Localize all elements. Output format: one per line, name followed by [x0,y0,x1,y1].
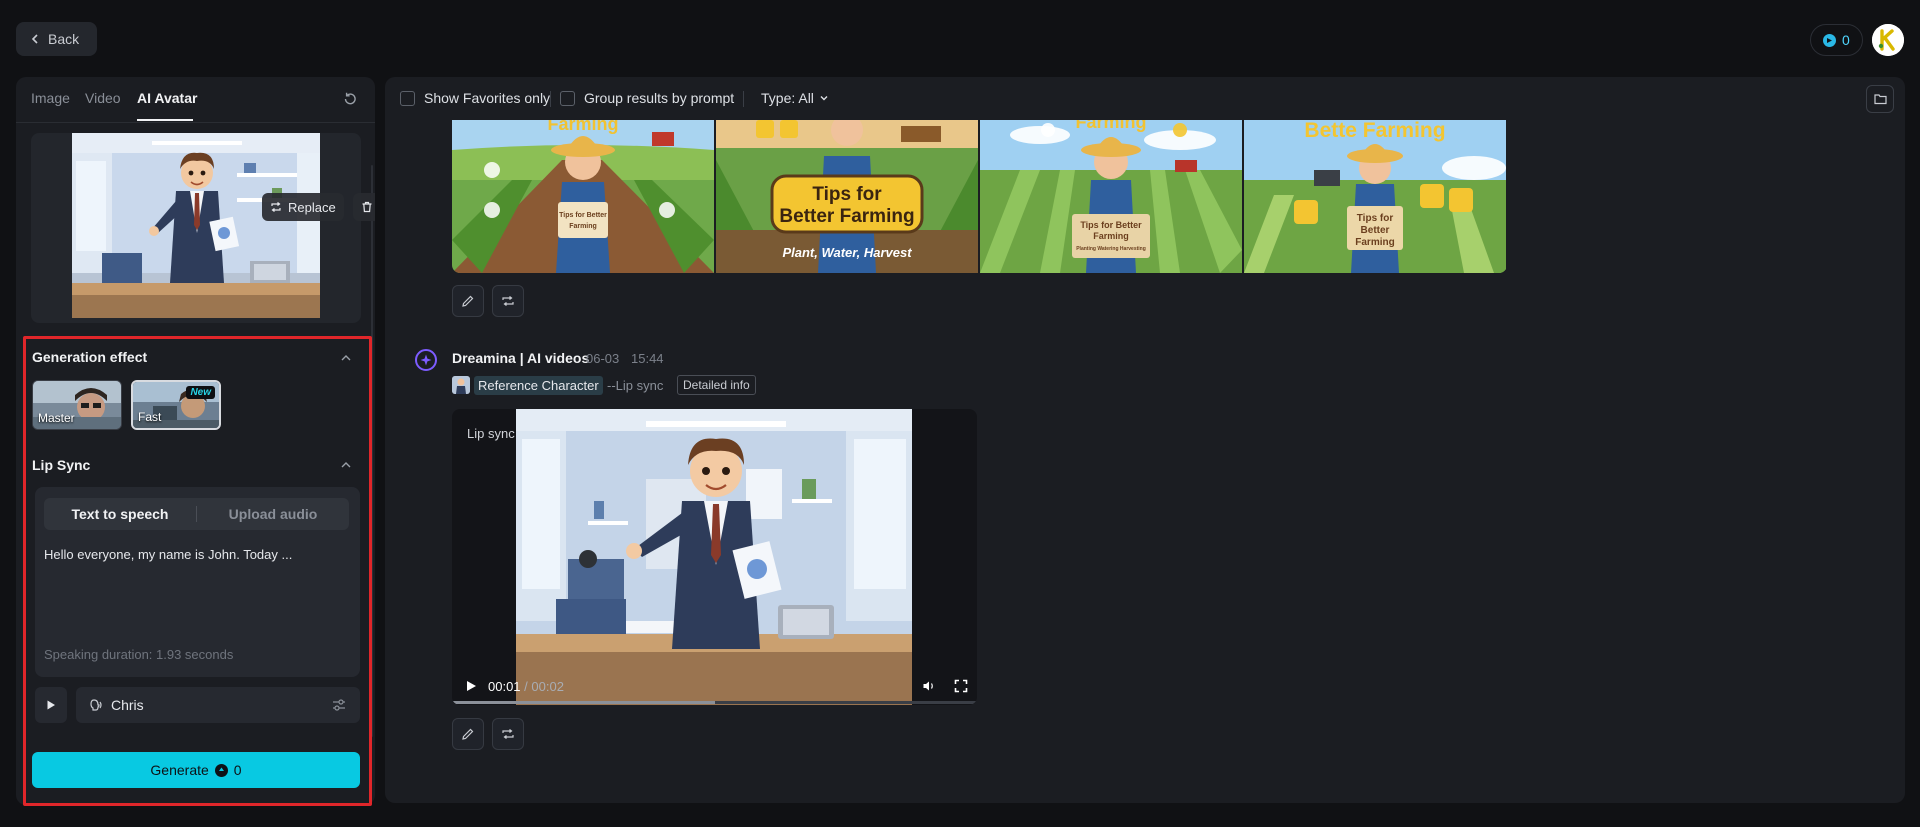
video-player[interactable]: Lip sync 00:01 / 00:02 [452,409,977,705]
svg-text:Tips for Better: Tips for Better [559,212,607,219]
tab-image[interactable]: Image [31,90,70,106]
svg-text:Better Farming: Better Farming [779,206,914,227]
back-label: Back [48,31,80,47]
video-label: Lip sync [467,426,515,441]
favorites-checkbox[interactable] [400,91,415,106]
video-time-current: 00:01 [488,679,521,694]
entry-title: Dreamina | AI videos [452,350,590,366]
favorites-label: Show Favorites only [424,90,551,106]
edit-button[interactable] [452,285,484,317]
reference-character-thumbnail [452,376,470,394]
video-controls: 00:01 / 00:02 [452,671,977,701]
reset-icon[interactable] [342,91,358,107]
group-by-prompt-checkbox[interactable] [560,91,575,106]
trash-icon [362,201,372,213]
video-time: 00:01 / 00:02 [488,679,564,694]
generated-image-1[interactable]: Farming Tips for Better Farming [452,120,714,273]
image-1-title: Farming [547,120,618,134]
image-4-title: Bette Farming [1304,120,1445,142]
reference-image-card: Replace [31,133,375,323]
reference-image [72,133,320,318]
svg-text:Farming: Farming [1355,237,1394,248]
back-button[interactable]: Back [16,22,98,56]
type-filter-dropdown[interactable]: Type: All [761,90,829,106]
lip-sync-tag: --Lip sync [607,378,664,393]
mode-tabs: Image Video AI Avatar [16,77,375,123]
detailed-info-button[interactable]: Detailed info [677,375,756,395]
image-3-subtitle: Planting Watering Harvesting [1076,246,1146,252]
svg-text:Tips for Better: Tips for Better [1080,220,1142,230]
avatar-logo-icon [1872,24,1904,56]
chevron-down-icon [820,96,828,101]
generated-image-3[interactable]: Farming Tips for Better Farming Planting… [980,120,1242,273]
filter-divider [743,91,744,107]
video-frame [516,409,912,705]
regenerate-button[interactable] [492,718,524,750]
tab-ai-avatar[interactable]: AI Avatar [137,90,197,106]
volume-icon[interactable] [922,679,936,693]
video-progress-fill [452,701,715,704]
svg-text:Tips for: Tips for [1357,213,1394,224]
pencil-icon [462,728,474,740]
generated-image-2[interactable]: Tips for Better Farming Plant, Water, Ha… [716,120,978,273]
replace-label: Replace [288,199,336,215]
type-filter-label: Type: All [761,90,814,106]
folder-button[interactable] [1866,85,1894,113]
video-progress-bar[interactable] [452,701,977,704]
svg-text:Better: Better [1361,225,1390,236]
generated-image-4[interactable]: Bette Farming Tips for Better Farming [1244,120,1506,273]
highlight-annotation-box [23,336,372,806]
replace-button[interactable]: Replace [262,193,344,221]
folder-icon [1873,94,1887,105]
dreamina-logo-icon [415,349,437,371]
replace-icon [271,202,281,212]
entry-time: 15:44 [631,351,664,366]
results-panel: Show Favorites only Group results by pro… [385,77,1905,803]
tab-video[interactable]: Video [85,90,121,106]
active-tab-indicator [137,119,193,121]
filter-divider [550,91,551,107]
group-by-prompt-label: Group results by prompt [584,90,735,106]
credit-icon [1823,33,1836,47]
user-avatar[interactable] [1872,24,1904,56]
reference-character-chip[interactable]: Reference Character [452,375,603,395]
svg-text:Tips for: Tips for [812,184,882,205]
image-3-title: Farming [1075,120,1146,132]
credits-badge[interactable]: 0 [1810,24,1863,56]
play-icon[interactable] [465,680,477,692]
credits-count: 0 [1842,32,1850,48]
image-2-subtitle: Plant, Water, Harvest [782,245,912,260]
video-time-total: / 00:02 [524,679,564,694]
regenerate-button[interactable] [492,285,524,317]
edit-button[interactable] [452,718,484,750]
pencil-icon [462,295,474,307]
chevron-left-icon [31,34,38,44]
regenerate-icon [502,729,514,739]
svg-text:Farming: Farming [1093,231,1129,241]
generated-image-row: Farming Tips for Better Farming Tips for… [452,120,1507,273]
reference-character-label: Reference Character [474,375,603,395]
top-bar: Back 0 [0,0,1920,76]
fullscreen-icon[interactable] [954,679,968,693]
svg-text:Farming: Farming [569,223,597,230]
delete-button[interactable] [353,193,375,221]
entry-date: 06-03 [586,351,620,366]
regenerate-icon [502,296,514,306]
filter-bar: Show Favorites only Group results by pro… [385,77,1905,121]
